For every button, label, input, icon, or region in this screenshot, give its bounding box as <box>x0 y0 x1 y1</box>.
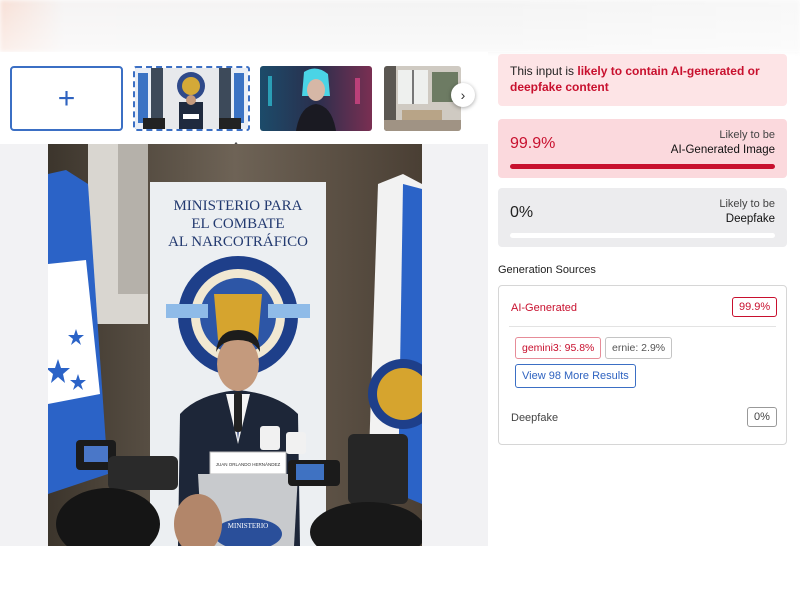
ai-generated-source-badge: 99.9% <box>732 297 778 317</box>
backdrop-line1: MINISTERIO PARA <box>173 198 302 214</box>
backdrop-line2: EL COMBATE <box>191 216 284 232</box>
source-chip-gemini[interactable]: gemini3: 95.8% <box>515 337 602 359</box>
chevron-right-icon: › <box>460 87 466 103</box>
plus-icon: + <box>57 81 76 115</box>
alert-prefix: This input is <box>510 64 578 78</box>
ai-generated-score-card: 99.9% Likely to be AI-Generated Image <box>498 119 787 178</box>
add-image-button[interactable]: + <box>10 66 123 131</box>
thumbnail-image <box>260 66 372 131</box>
thumbnail-press-conference[interactable] <box>133 66 250 131</box>
deepfake-score-value: 0% <box>510 204 534 221</box>
deepfake-label-top: Likely to be <box>719 198 775 210</box>
ai-generated-source-label: AI-Generated <box>511 302 578 314</box>
thumbnail-cyber-portrait[interactable] <box>260 66 372 131</box>
deepfake-score-label: Likely to be Deepfake <box>719 197 775 227</box>
deepfake-score-bar-track <box>510 233 775 238</box>
ai-score-value: 99.9% <box>510 135 556 152</box>
next-thumbnails-button[interactable]: › <box>451 83 475 107</box>
ai-score-bar-track <box>510 164 775 169</box>
thumbnail-image <box>135 68 248 129</box>
deepfake-label-bottom: Deepfake <box>725 213 775 225</box>
ai-label-bottom: AI-Generated Image <box>670 144 775 156</box>
deepfake-source-label: Deepfake <box>511 412 559 424</box>
ai-score-label: Likely to be AI-Generated Image <box>671 128 775 158</box>
deepfake-source-badge: 0% <box>747 407 777 427</box>
nameplate-text: JUAN ORLANDO HERNÁNDEZ <box>216 461 281 467</box>
deepfake-score-card: 0% Likely to be Deepfake <box>498 188 787 247</box>
ai-label-top: Likely to be <box>719 129 775 141</box>
divider <box>509 326 776 327</box>
thumbnail-image <box>384 66 461 131</box>
podium-label: MINISTERIO <box>228 522 268 530</box>
backdrop-line3: AL NARCOTRÁFICO <box>168 233 308 250</box>
thumbnail-interior[interactable] <box>384 66 461 131</box>
source-chip-ernie[interactable]: ernie: 2.9% <box>605 337 673 359</box>
detection-alert: This input is likely to contain AI-gener… <box>498 54 787 106</box>
view-more-results-button[interactable]: View 98 More Results <box>515 364 636 388</box>
press-conference-photo: MINISTERIO PARA EL COMBATE AL NARCOTRÁFI… <box>48 144 422 546</box>
analyzed-image: MINISTERIO PARA EL COMBATE AL NARCOTRÁFI… <box>48 144 422 546</box>
ai-score-bar-fill <box>510 164 775 169</box>
top-header-overlay <box>0 0 800 52</box>
generation-sources-card: AI-Generated 99.9% gemini3: 95.8% ernie:… <box>498 285 787 445</box>
generation-sources-title: Generation Sources <box>498 264 596 276</box>
